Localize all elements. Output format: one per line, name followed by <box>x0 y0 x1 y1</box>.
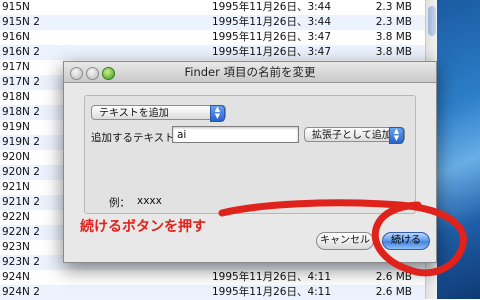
annotation-scribble <box>218 199 467 277</box>
annotation-circle-stroke <box>218 199 467 277</box>
